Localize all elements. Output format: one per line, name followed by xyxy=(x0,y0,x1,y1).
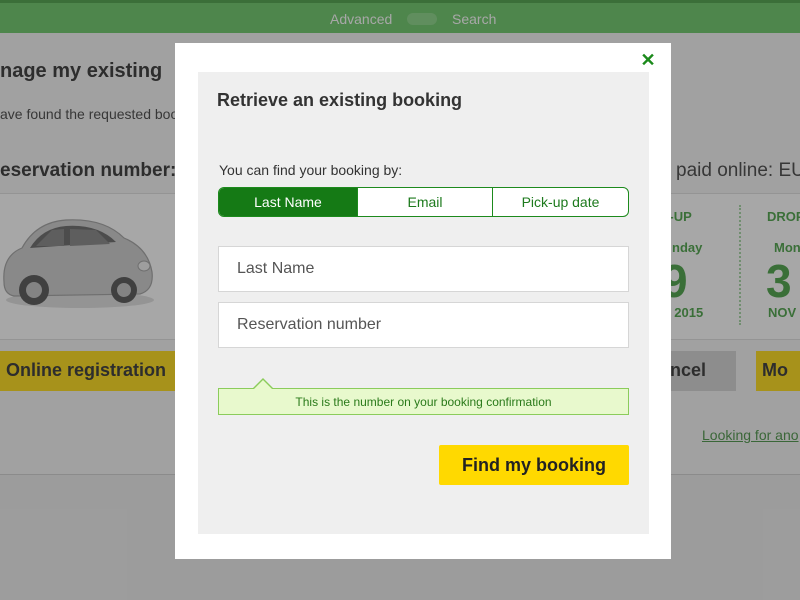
last-name-input[interactable] xyxy=(218,246,629,292)
search-method-tabs: Last Name Email Pick-up date xyxy=(218,187,629,217)
hint-pointer-fill xyxy=(254,380,272,389)
modal-title: Retrieve an existing booking xyxy=(217,90,463,110)
reservation-hint: This is the number on your booking confi… xyxy=(218,388,629,415)
modal-panel: Retrieve an existing booking You can fin… xyxy=(198,72,649,534)
tab-pickup-date[interactable]: Pick-up date xyxy=(492,188,628,216)
retrieve-booking-modal: ✕ Retrieve an existing booking You can f… xyxy=(175,43,671,559)
find-by-label: You can find your booking by: xyxy=(219,162,403,178)
reservation-number-input[interactable] xyxy=(218,302,629,348)
find-my-booking-button[interactable]: Find my booking xyxy=(439,445,629,485)
tab-last-name[interactable]: Last Name xyxy=(219,188,357,216)
tab-email[interactable]: Email xyxy=(357,188,492,216)
close-icon[interactable]: ✕ xyxy=(640,51,656,69)
